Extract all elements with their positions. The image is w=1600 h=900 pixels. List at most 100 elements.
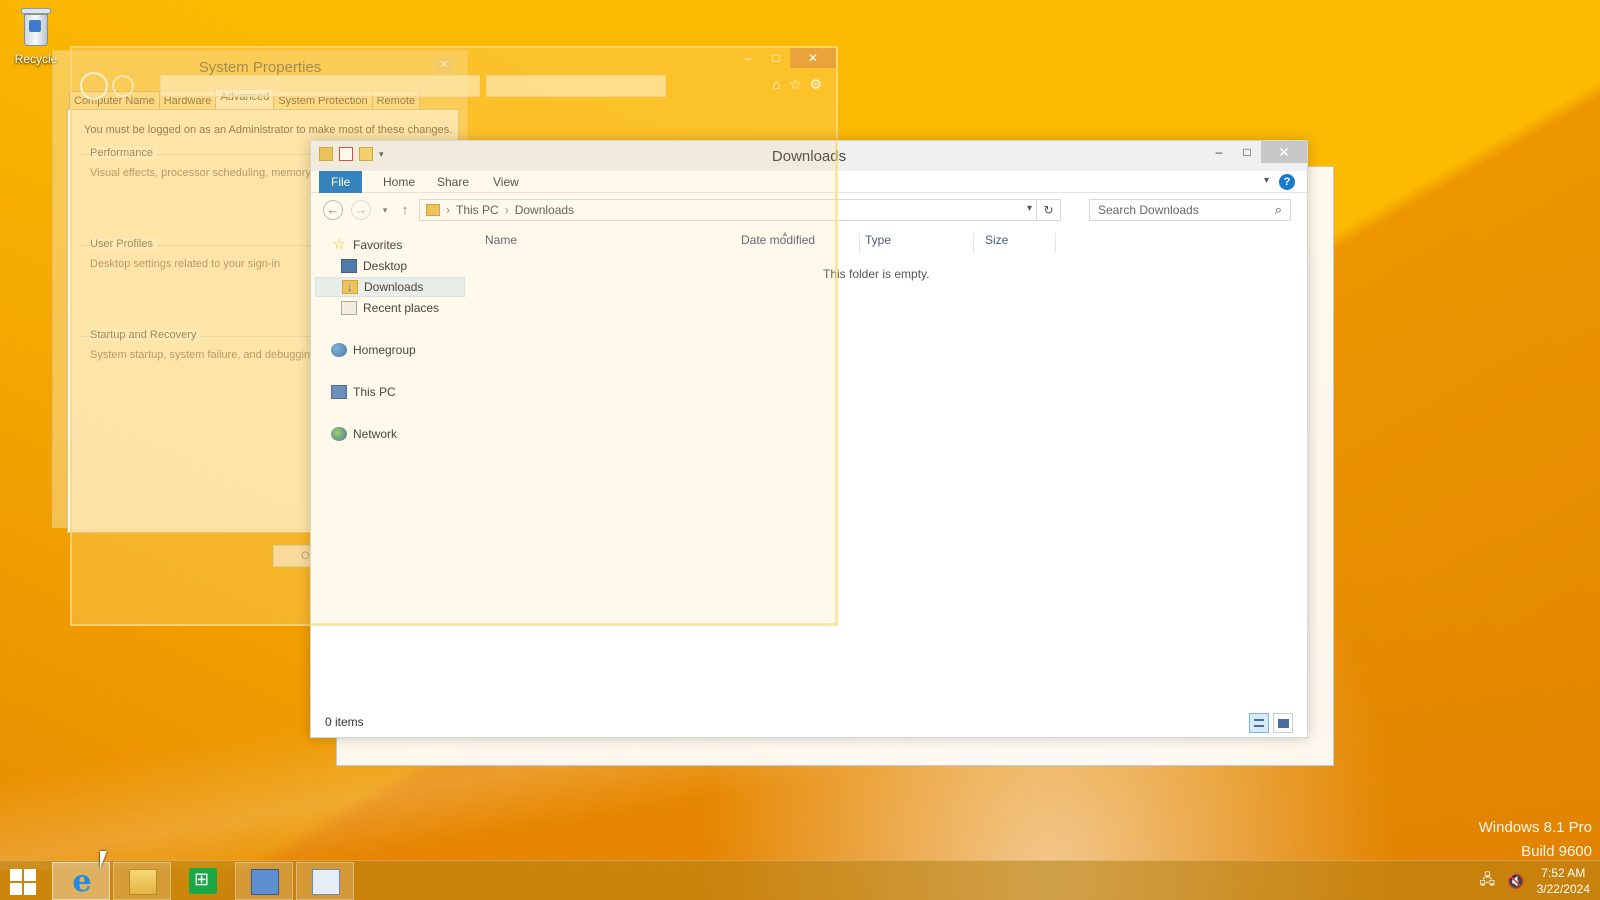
explorer-title: Downloads	[771, 148, 847, 165]
nav-desktop-label: Desktop	[363, 259, 408, 273]
ie-maximize-icon: □	[772, 51, 780, 65]
taskbar-store[interactable]	[174, 862, 232, 900]
nav-this-pc-label: This PC	[353, 385, 396, 399]
column-size-label: Size	[985, 233, 1009, 247]
back-button[interactable]: ←	[323, 200, 343, 220]
ie-close-icon: ✕	[790, 48, 836, 68]
control-panel-icon	[251, 869, 279, 895]
homegroup-icon	[331, 343, 347, 357]
taskbar-performance-options[interactable]	[296, 862, 354, 900]
refresh-icon[interactable]: ↻	[1036, 200, 1060, 220]
column-name[interactable]: Name	[485, 233, 729, 247]
column-headers: ▲ Name Date modified Type Size	[485, 229, 1307, 253]
nav-this-pc[interactable]: This PC	[331, 382, 396, 402]
system-tray: 🖧 🔇 7:52 AM 3/22/2024	[1480, 861, 1590, 900]
breadcrumb-this-pc[interactable]: This PC	[456, 203, 499, 217]
windows-watermark: Windows 8.1 Pro Build 9600	[1479, 816, 1592, 864]
breadcrumb: › This PC › Downloads	[446, 203, 575, 217]
clock-date: 3/22/2024	[1536, 882, 1590, 896]
minimize-button[interactable]: –	[1205, 141, 1233, 163]
navigation-bar: ← → ▾ ↑ › This PC › Downloads ▾ ↻ Search…	[311, 193, 1307, 227]
nav-downloads[interactable]: Downloads	[315, 277, 465, 298]
explorer-titlebar[interactable]: ▾ Downloads – □ ✕	[311, 141, 1307, 171]
ribbon-tab-file[interactable]: File	[319, 171, 363, 193]
nav-recent-places[interactable]: Recent places	[341, 298, 439, 318]
ribbon-tab-home[interactable]: Home	[371, 171, 427, 193]
star-icon: ☆	[332, 236, 346, 253]
column-separator[interactable]	[973, 233, 974, 253]
nav-network-label: Network	[353, 427, 398, 441]
recent-places-icon	[341, 301, 357, 315]
search-placeholder: Search Downloads	[1098, 203, 1199, 217]
expand-ribbon-icon[interactable]: ▾	[1264, 175, 1269, 186]
help-icon[interactable]: ?	[1279, 174, 1295, 190]
column-type[interactable]: Type	[865, 233, 975, 247]
store-icon	[189, 868, 217, 894]
this-pc-icon	[331, 385, 347, 399]
ie-address-bar	[160, 75, 480, 97]
address-bar[interactable]: › This PC › Downloads ▾ ↻	[419, 199, 1061, 221]
downloads-folder-icon	[426, 204, 440, 216]
ribbon-tab-view[interactable]: View	[481, 171, 531, 193]
network-icon	[331, 427, 347, 441]
details-view-button[interactable]	[1249, 713, 1269, 733]
navigation-pane: ☆ Favorites Desktop Downloads Recent pla…	[311, 233, 481, 707]
clock[interactable]: 7:52 AM 3/22/2024	[1537, 865, 1590, 897]
search-input[interactable]: Search Downloads ⌕	[1089, 199, 1291, 221]
taskbar: e 🖧 🔇 7:52 AM 3/22/2024	[0, 860, 1600, 900]
explorer-window-controls: – □ ✕	[1205, 141, 1307, 163]
column-date-modified[interactable]: Date modified	[741, 233, 861, 247]
nav-desktop[interactable]: Desktop	[341, 256, 407, 276]
taskbar-file-explorer[interactable]	[113, 862, 171, 900]
column-separator[interactable]	[1055, 233, 1056, 253]
column-name-label: Name	[485, 233, 518, 247]
clock-time: 7:52 AM	[1541, 866, 1586, 880]
ie-minimize-icon: –	[744, 51, 752, 65]
network-tray-icon[interactable]: 🖧	[1480, 869, 1496, 893]
address-dropdown-icon[interactable]: ▾	[1027, 203, 1032, 214]
start-button[interactable]	[10, 869, 36, 895]
ribbon-tabs: File Home Share View ▾ ?	[311, 171, 1307, 193]
taskbar-control-panel[interactable]	[235, 862, 293, 900]
recent-locations-icon[interactable]: ▾	[375, 200, 395, 220]
ie-tab	[486, 75, 666, 97]
ie-toolbar-icons: ⌂☆⚙	[772, 76, 830, 92]
mouse-cursor-icon	[100, 851, 114, 869]
performance-options-icon	[312, 869, 340, 895]
large-icons-view-button[interactable]	[1273, 713, 1293, 733]
ie-forward-icon	[112, 75, 134, 97]
large-icons-view-icon	[1278, 719, 1289, 728]
search-icon[interactable]: ⌕	[1275, 202, 1282, 218]
nav-downloads-label: Downloads	[364, 280, 424, 294]
downloads-explorer-window[interactable]: ▾ Downloads – □ ✕ File Home Share View ▾…	[310, 140, 1308, 738]
nav-recent-label: Recent places	[363, 301, 440, 315]
breadcrumb-downloads[interactable]: Downloads	[515, 203, 574, 217]
watermark-edition: Windows 8.1 Pro	[1478, 819, 1592, 836]
desktop-icon	[341, 259, 357, 273]
volume-muted-icon[interactable]: 🔇	[1507, 873, 1524, 890]
nav-network[interactable]: Network	[331, 424, 397, 444]
nav-favorites[interactable]: ☆ Favorites	[331, 235, 402, 255]
nav-favorites-label: Favorites	[353, 238, 403, 252]
close-button[interactable]: ✕	[1261, 141, 1307, 163]
ribbon-tab-share[interactable]: Share	[425, 171, 481, 193]
status-bar: 0 items	[311, 709, 1307, 737]
internet-explorer-icon: e	[72, 864, 92, 899]
maximize-button[interactable]: □	[1233, 141, 1261, 163]
column-size[interactable]: Size	[985, 233, 1055, 247]
nav-homegroup[interactable]: Homegroup	[331, 340, 416, 360]
ie-window-controls: – □ ✕	[734, 48, 836, 68]
details-view-icon	[1254, 719, 1264, 727]
empty-folder-message: This folder is empty.	[823, 267, 930, 281]
file-explorer-icon	[129, 869, 157, 895]
column-date-label: Date modified	[741, 233, 816, 247]
downloads-icon	[342, 278, 358, 298]
nav-homegroup-label: Homegroup	[353, 343, 416, 357]
column-type-label: Type	[865, 233, 892, 247]
recycle-bin-icon	[21, 6, 51, 48]
forward-button[interactable]: →	[351, 200, 371, 220]
item-count: 0 items	[325, 715, 364, 729]
ie-back-icon	[80, 72, 108, 100]
column-separator[interactable]	[859, 233, 860, 253]
up-button[interactable]: ↑	[395, 200, 415, 220]
